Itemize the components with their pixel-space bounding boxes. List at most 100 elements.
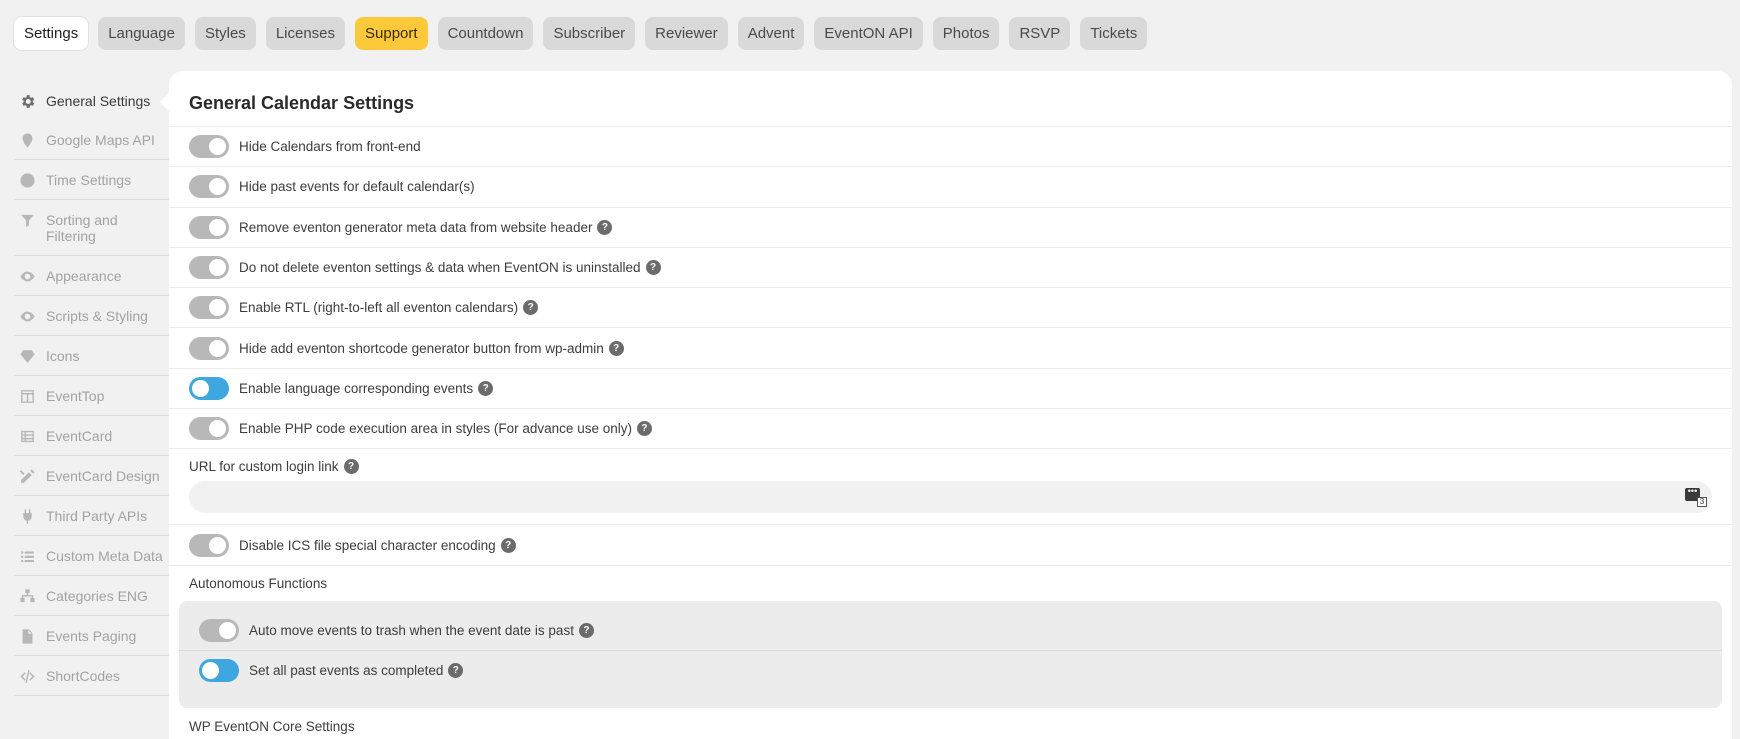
tab-licenses[interactable]: Licenses [265,17,346,50]
sidebar-item-label: EventCard [46,428,113,444]
setting-row: Enable language corresponding events ? [169,369,1732,410]
sidebar-item-eventtop[interactable]: EventTop [14,376,169,416]
sidebar-item-label: Sorting and Filtering [46,212,118,244]
setting-row: Enable RTL (right-to-left all eventon ca… [169,288,1732,329]
layout-icon [18,388,36,404]
autonomous-functions-box: Auto move events to trash when the event… [179,600,1722,708]
plug-icon [18,508,36,524]
sidebar-item-label: Scripts & Styling [46,308,148,324]
sidebar-item-label: Icons [46,348,80,364]
sidebar-item-icons[interactable]: Icons [14,336,169,376]
page-title: General Calendar Settings [169,71,1732,127]
sidebar-item-label: Third Party APIs [46,508,148,524]
sidebar-item-appearance[interactable]: Appearance [14,256,169,296]
setting-row: Set all past events as completed ? [179,651,1722,691]
help-icon[interactable]: ? [608,340,624,356]
sidebar-item-label: Appearance [46,268,122,284]
sidebar-item-general-settings[interactable]: General Settings [14,81,169,120]
tab-advent[interactable]: Advent [737,17,805,50]
tab-photos[interactable]: Photos [932,17,1000,50]
tab-language[interactable]: Language [98,17,185,50]
hide-past-events-toggle[interactable] [189,175,229,199]
settings-sidebar: General Settings Google Maps API Time Se… [14,81,169,696]
tab-settings[interactable]: Settings [14,17,89,50]
sitemap-icon [18,588,36,604]
tab-eventon-api[interactable]: EventON API [814,17,923,50]
sidebar-item-shortcodes[interactable]: ShortCodes [14,656,169,696]
help-icon[interactable]: ? [523,300,539,316]
sidebar-item-eventcard[interactable]: EventCard [14,416,169,456]
sidebar-item-sorting-filtering[interactable]: Sorting and Filtering [14,200,169,256]
setting-label: Hide add eventon shortcode generator but… [239,340,604,356]
php-execution-toggle[interactable] [189,417,229,441]
sidebar-item-categories-eng[interactable]: Categories ENG [14,576,169,616]
tab-subscriber[interactable]: Subscriber [543,17,636,50]
help-icon[interactable]: ? [636,421,652,437]
sidebar-item-custom-meta-data[interactable]: Custom Meta Data [14,536,169,576]
keep-data-on-uninstall-toggle[interactable] [189,256,229,280]
setting-label: Set all past events as completed [249,663,444,679]
sidebar-item-label: EventCard Design [46,468,160,484]
sidebar-item-eventcard-design[interactable]: EventCard Design [14,456,169,496]
sidebar-item-label: Google Maps API [46,132,155,148]
more-options-icon[interactable]: ••• 3 [1685,487,1707,508]
custom-login-url-field: ••• 3 [189,481,1712,514]
eye-icon [18,308,36,324]
help-icon[interactable]: ? [645,260,661,276]
enable-rtl-toggle[interactable] [189,296,229,320]
pencil-ruler-icon [18,468,36,484]
eye-icon [18,268,36,284]
setting-label: Disable ICS file special character encod… [239,537,496,553]
help-icon[interactable]: ? [500,537,516,553]
remove-generator-meta-toggle[interactable] [189,215,229,239]
list-card-icon [18,428,36,444]
sidebar-item-label: Categories ENG [46,588,148,604]
setting-row: Auto move events to trash when the event… [179,611,1722,651]
setting-row: Disable ICS file special character encod… [169,525,1732,566]
list-icon [18,548,36,564]
gear-icon [18,93,36,109]
setting-label: Hide past events for default calendar(s) [239,179,475,195]
help-icon[interactable]: ? [448,663,464,679]
sidebar-item-third-party-apis[interactable]: Third Party APIs [14,496,169,536]
help-icon[interactable]: ? [578,622,594,638]
setting-label: Do not delete eventon settings & data wh… [239,260,641,276]
custom-login-url-block: URL for custom login link ? ••• 3 [169,449,1732,526]
mark-completed-toggle[interactable] [199,659,239,683]
disable-ics-encoding-toggle[interactable] [189,533,229,557]
tab-tickets[interactable]: Tickets [1080,17,1148,50]
badge-count: 3 [1697,497,1707,508]
sidebar-item-label: Time Settings [46,172,132,188]
sidebar-item-events-paging[interactable]: Events Paging [14,616,169,656]
custom-login-url-input[interactable] [189,481,1712,514]
sidebar-item-label: General Settings [46,93,151,109]
autonomous-functions-heading: Autonomous Functions [189,575,328,591]
help-icon[interactable]: ? [478,380,494,396]
setting-row: Enable PHP code execution area in styles… [169,409,1732,450]
auto-trash-toggle[interactable] [199,618,239,642]
file-icon [18,628,36,644]
tab-support[interactable]: Support [355,17,428,50]
core-settings-heading: WP EventON Core Settings [189,718,355,734]
sidebar-item-label: EventTop [46,388,105,404]
hide-calendars-toggle[interactable] [189,135,229,159]
setting-row: Do not delete eventon settings & data wh… [169,248,1732,289]
setting-label: Remove eventon generator meta data from … [239,219,593,235]
tab-reviewer[interactable]: Reviewer [645,17,728,50]
code-icon [18,668,36,684]
tab-rsvp[interactable]: RSVP [1009,17,1071,50]
sidebar-item-label: Custom Meta Data [46,548,163,564]
setting-label: Hide Calendars from front-end [239,139,421,155]
filter-icon [18,212,36,228]
sidebar-item-scripts-styling[interactable]: Scripts & Styling [14,296,169,336]
sidebar-item-time-settings[interactable]: Time Settings [14,160,169,200]
sidebar-item-google-maps-api[interactable]: Google Maps API [14,120,169,160]
help-icon[interactable]: ? [597,219,613,235]
tab-styles[interactable]: Styles [194,17,256,50]
help-icon[interactable]: ? [343,459,359,475]
sidebar-item-label: Events Paging [46,628,137,644]
hide-shortcode-button-toggle[interactable] [189,336,229,360]
language-events-toggle[interactable] [189,376,229,400]
setting-label: Enable PHP code execution area in styles… [239,421,632,437]
tab-countdown[interactable]: Countdown [437,17,534,50]
